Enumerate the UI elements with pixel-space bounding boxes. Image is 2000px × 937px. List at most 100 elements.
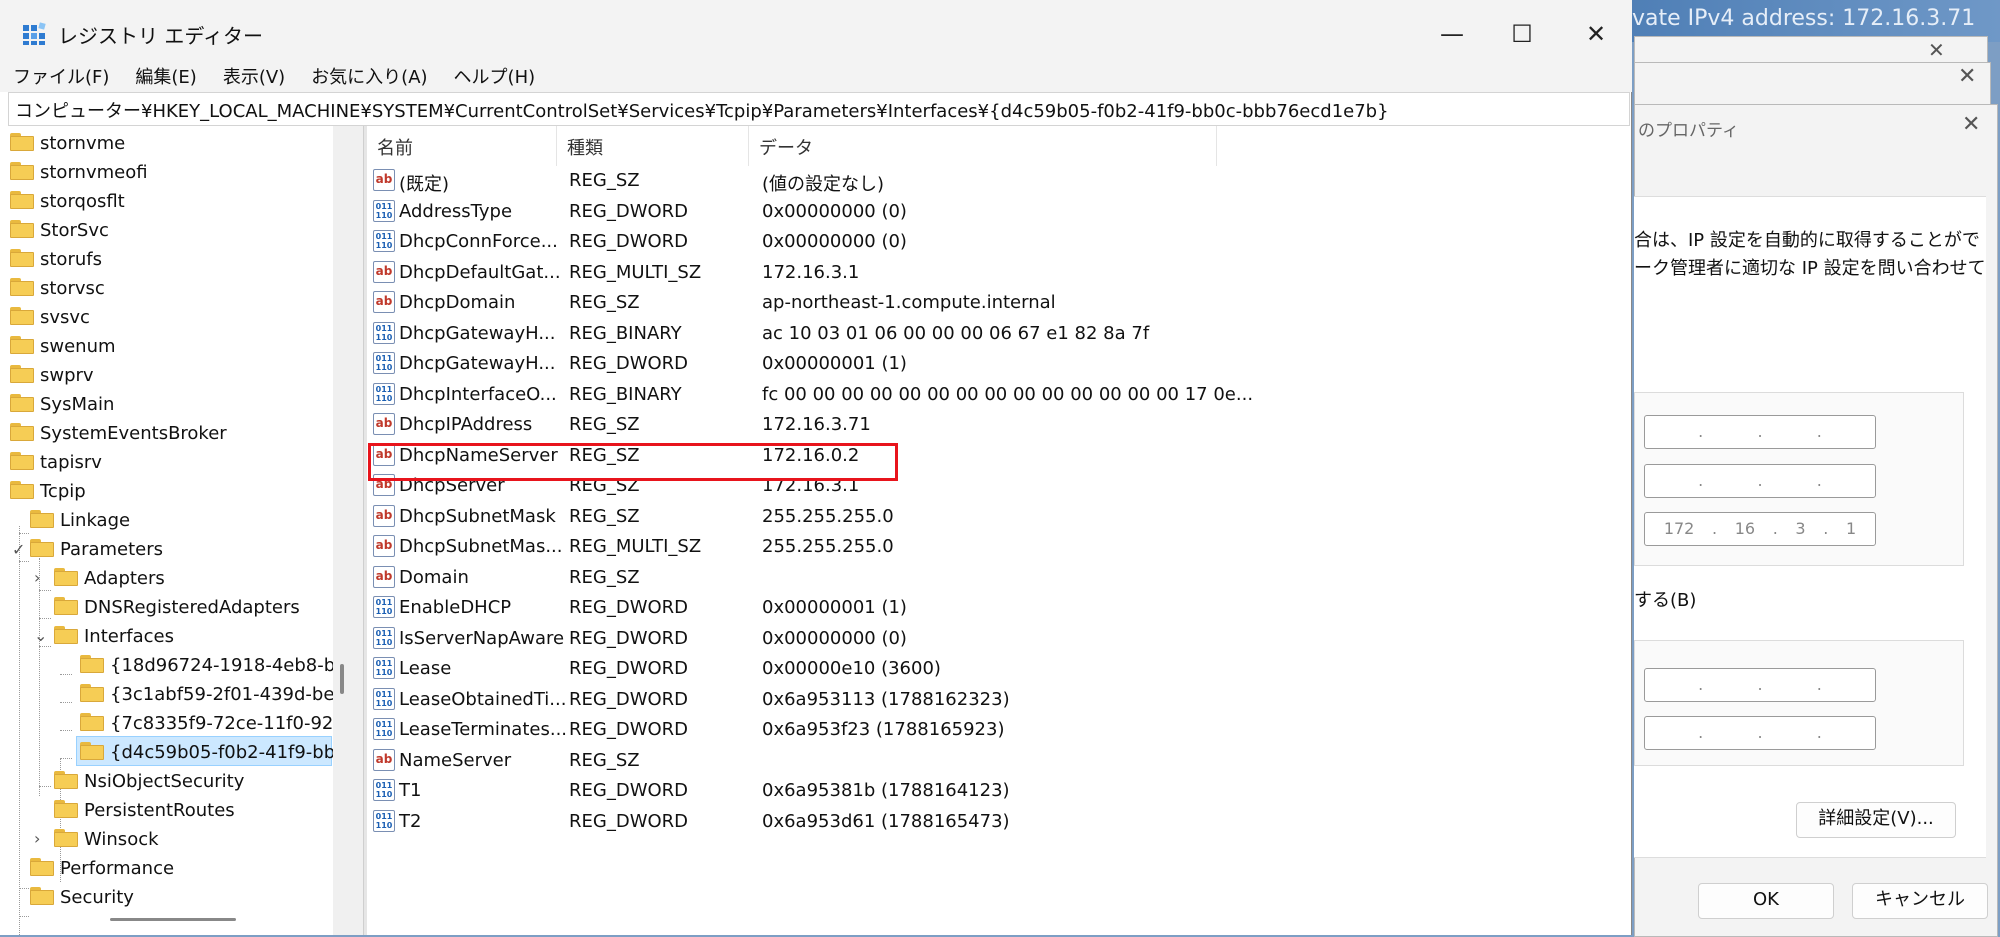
value-data: 0x00000001 (1)	[762, 597, 907, 618]
tree-node-interface[interactable]: {7c8335f9-72ce-11f0-922c	[80, 713, 355, 741]
menu-file[interactable]: ファイル(F)	[0, 60, 122, 89]
tree-node[interactable]: Security	[30, 887, 134, 915]
menu-edit[interactable]: 編集(E)	[122, 60, 209, 89]
tree-node-interface[interactable]: {18d96724-1918-4eb8-b23	[80, 655, 358, 683]
value-data: 172.16.3.1	[762, 261, 860, 283]
value-row[interactable]: 011 110 T2 REG_DWORD 0x6a953d61 (1788165473…	[367, 807, 1631, 837]
ok-button[interactable]: OK	[1698, 883, 1834, 919]
value-row[interactable]: 011 110 DhcpGatewayH... REG_BINARY ac 10 03…	[367, 319, 1631, 349]
alternate-dns-field[interactable]: ...	[1644, 716, 1876, 750]
tree-node[interactable]: stornvme	[10, 133, 125, 161]
close-icon[interactable]: ✕	[1958, 64, 1976, 89]
tree-node-interface[interactable]: {3c1abf59-2f01-439d-be4	[80, 684, 346, 712]
value-name: T1	[399, 780, 422, 801]
string-value-icon: ab	[373, 291, 395, 313]
folder-icon	[54, 626, 78, 644]
default-gateway-field[interactable]: 172. 16. 3. 1	[1644, 512, 1876, 546]
menu-help[interactable]: ヘルプ(H)	[441, 60, 549, 89]
close-icon[interactable]: ✕	[1962, 112, 1980, 137]
tree-node[interactable]: swenum	[10, 336, 116, 364]
tree-node[interactable]: swprv	[10, 365, 94, 393]
chevron-right-icon[interactable]: ›	[34, 568, 40, 587]
value-row[interactable]: 011 110 LeaseObtainedTi... REG_DWORD 0x6a95…	[367, 685, 1631, 715]
tree-horizontal-scrollbar-thumb[interactable]	[110, 918, 236, 921]
tree-node[interactable]: SystemEventsBroker	[10, 423, 227, 451]
tree-node-interfaces[interactable]: Interfaces	[54, 626, 174, 654]
column-header-name[interactable]: 名前	[367, 126, 557, 166]
value-row[interactable]: ab NameServer REG_SZ	[367, 746, 1631, 776]
value-name: DhcpSubnetMask	[399, 505, 556, 527]
folder-icon	[80, 684, 104, 702]
minimize-button[interactable]: —	[1422, 14, 1482, 54]
value-type: REG_DWORD	[569, 627, 689, 649]
menu-favorites[interactable]: お気に入り(A)	[298, 60, 440, 89]
tree-node[interactable]: StorSvc	[10, 220, 109, 248]
value-name: IsServerNapAware	[399, 627, 565, 649]
value-name: EnableDHCP	[399, 597, 512, 618]
chevron-right-icon[interactable]: ›	[34, 829, 40, 848]
value-row[interactable]: 011 110 Lease REG_DWORD 0x00000e10 (3600)	[367, 654, 1631, 684]
tree-node[interactable]: DNSRegisteredAdapters	[54, 597, 300, 625]
tree-scrollbar-thumb[interactable]	[340, 664, 344, 694]
value-row[interactable]: 011 110 DhcpInterfaceO... REG_BINARY fc 00 …	[367, 380, 1631, 410]
value-name: DhcpGatewayH...	[399, 322, 556, 344]
dns-option-label[interactable]: する(B)	[1634, 586, 1696, 612]
tree-node[interactable]: Adapters	[54, 568, 165, 596]
chevron-down-icon[interactable]: ✓	[12, 540, 25, 559]
menu-view[interactable]: 表示(V)	[210, 60, 298, 89]
chevron-down-icon[interactable]: ⌄	[34, 626, 47, 645]
tree-node[interactable]: Linkage	[30, 510, 130, 538]
value-row[interactable]: 011 110 AddressType REG_DWORD 0x00000000 (0…	[367, 197, 1631, 227]
tree-node[interactable]: NsiObjectSecurity	[54, 771, 244, 799]
tree-node[interactable]: storvsc	[10, 278, 105, 306]
value-row[interactable]: ab DhcpSubnetMas... REG_MULTI_SZ 255.255.25…	[367, 532, 1631, 562]
value-row[interactable]: ab DhcpDefaultGat... REG_MULTI_SZ 172.16.3.…	[367, 258, 1631, 288]
tree-scrollbar[interactable]	[333, 126, 363, 935]
preferred-dns-field[interactable]: ...	[1644, 668, 1876, 702]
tree-node[interactable]: svsvc	[10, 307, 90, 335]
advanced-button[interactable]: 詳細設定(V)...	[1796, 802, 1956, 838]
string-value-icon: ab	[373, 748, 395, 771]
tree-node[interactable]: Winsock	[54, 829, 159, 857]
column-header-type[interactable]: 種類	[557, 126, 749, 166]
cancel-button[interactable]: キャンセル	[1852, 883, 1988, 919]
tree-node-tcpip[interactable]: Tcpip	[10, 481, 86, 509]
value-row[interactable]: ab DhcpIPAddress REG_SZ 172.16.3.71	[367, 410, 1631, 440]
value-row[interactable]: 011 110 DhcpConnForce... REG_DWORD 0x000000…	[367, 227, 1631, 257]
registry-editor-window[interactable]: レジストリ エディター — ☐ ✕ ファイル(F) 編集(E) 表示(V) お気…	[0, 0, 1632, 935]
tree-node[interactable]: tapisrv	[10, 452, 102, 480]
value-data: fc 00 00 00 00 00 00 00 00 00 00 00 00 0…	[762, 383, 1254, 405]
address-bar[interactable]: コンピューター¥HKEY_LOCAL_MACHINE¥SYSTEM¥Curren…	[8, 92, 1630, 126]
value-row[interactable]: 011 110 T1 REG_DWORD 0x6a95381b (1788164123…	[367, 776, 1631, 806]
value-row[interactable]: ab DhcpDomain REG_SZ ap-northeast-1.compute…	[367, 288, 1631, 318]
value-row[interactable]: 011 110 LeaseTerminates... REG_DWORD 0x6a95…	[367, 715, 1631, 745]
tree-node[interactable]: PersistentRoutes	[54, 800, 235, 828]
background-window-2[interactable]	[1634, 62, 1991, 110]
title-bar[interactable]: レジストリ エディター — ☐ ✕	[0, 0, 1632, 68]
value-row[interactable]: 011 110 DhcpGatewayH... REG_DWORD 0x0000000…	[367, 349, 1631, 379]
value-row[interactable]: ab DhcpSubnetMask REG_SZ 255.255.255.0	[367, 502, 1631, 532]
value-type: REG_DWORD	[569, 597, 689, 618]
column-header-data[interactable]: データ	[749, 126, 1217, 166]
maximize-button[interactable]: ☐	[1492, 14, 1552, 54]
value-type: REG_MULTI_SZ	[569, 261, 702, 283]
value-row[interactable]: 011 110 EnableDHCP REG_DWORD 0x00000001 (1)	[367, 593, 1631, 623]
value-type: REG_BINARY	[569, 322, 682, 344]
menu-bar: ファイル(F) 編集(E) 表示(V) お気に入り(A) ヘルプ(H)	[0, 60, 1632, 92]
tree-node[interactable]: storufs	[10, 249, 102, 277]
value-row[interactable]: 011 110 IsServerNapAware REG_DWORD 0x000000…	[367, 624, 1631, 654]
value-row[interactable]: ab Domain REG_SZ	[367, 563, 1631, 593]
ip-address-field[interactable]: ...	[1644, 415, 1876, 449]
tree-node[interactable]: stornvmeofi	[10, 162, 148, 190]
tree-node-parameters[interactable]: Parameters	[30, 539, 163, 567]
values-list[interactable]: 名前 種類 データ ab (既定) REG_SZ (値の設定なし) 011 110 Ad…	[367, 126, 1631, 935]
tree-node[interactable]: storqosflt	[10, 191, 125, 219]
value-row[interactable]: ab (既定) REG_SZ (値の設定なし)	[367, 166, 1631, 196]
tree-node[interactable]: Performance	[30, 858, 174, 886]
close-icon[interactable]: ✕	[1928, 38, 1945, 62]
folder-icon	[30, 510, 54, 528]
close-button[interactable]: ✕	[1566, 14, 1626, 54]
tree-node[interactable]: SysMain	[10, 394, 114, 422]
tree-node-interface-selected[interactable]: {d4c59b05-f0b2-41f9-bb0	[80, 742, 347, 770]
subnet-mask-field[interactable]: ...	[1644, 464, 1876, 498]
